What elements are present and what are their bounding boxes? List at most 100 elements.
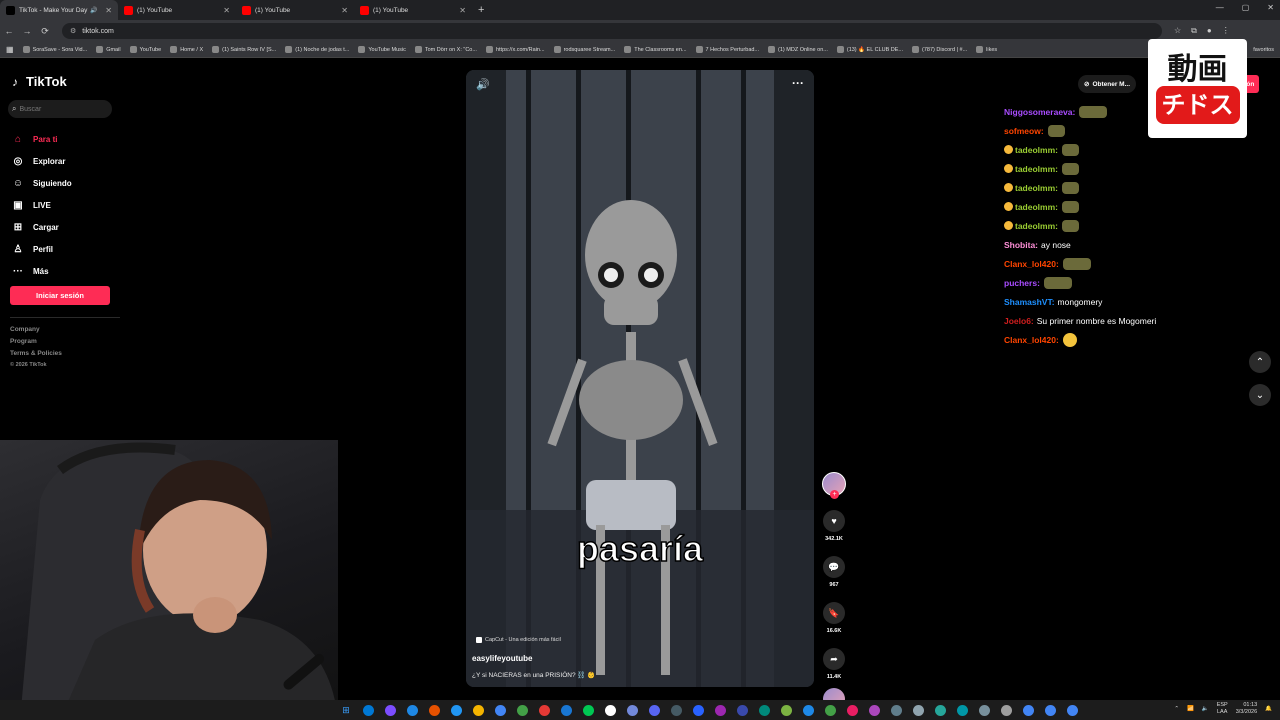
apps-grid-icon[interactable]: ▦ [6,45,14,54]
taskbar-app-icon[interactable] [646,702,662,718]
tab-close-icon[interactable]: ✕ [105,6,112,15]
clock[interactable]: 01:13 3/3/2026 [1236,702,1257,716]
tab-close-icon[interactable]: ✕ [223,6,230,15]
language-indicator[interactable]: ESP LAA [1217,702,1228,716]
capcut-tag[interactable]: CapCut - Una edición más fácil [476,637,561,643]
url-input[interactable]: ⚙ tiktok.com [62,23,1162,39]
sidebar-item-más[interactable]: ··· Más [12,260,72,282]
bookmark-item[interactable]: (13) 🔥 EL CLUB DE... [836,46,903,53]
start-menu-icon[interactable]: ⊞ [338,702,354,718]
tiktok-logo[interactable]: ♪ TikTok [12,74,67,89]
taskbar-app-icon[interactable] [712,702,728,718]
bookmark-item[interactable]: SoraSave - Sora Vid... [22,46,87,53]
taskbar-app-icon[interactable] [360,702,376,718]
share-button[interactable]: ➦ [823,648,845,670]
taskbar-app-icon[interactable] [800,702,816,718]
video-author[interactable]: easylifeyoutube [472,654,532,663]
bookmark-item[interactable]: (787) Discord | #... [912,46,967,53]
volume-icon[interactable]: 🔊 [476,78,490,91]
taskbar-app-icon[interactable] [448,702,464,718]
taskbar-app-icon[interactable] [690,702,706,718]
taskbar-app-icon[interactable] [756,702,772,718]
taskbar-app-icon[interactable] [602,702,618,718]
taskbar-app-icon[interactable] [668,702,684,718]
footer-link[interactable]: Company [10,326,62,333]
tab-close-icon[interactable]: ✕ [459,6,466,15]
author-avatar[interactable]: + [822,472,846,499]
follow-plus-icon[interactable]: + [830,490,839,499]
search-input[interactable]: ⌕ Buscar [8,100,112,118]
maximize-icon[interactable]: ▢ [1242,3,1250,12]
browser-tab[interactable]: (1) YouTube ✕ [354,0,472,20]
taskbar-app-icon[interactable] [1064,702,1080,718]
taskbar-app-icon[interactable] [558,702,574,718]
notifications-icon[interactable]: 🔔 [1265,706,1272,712]
taskbar-app-icon[interactable] [580,702,596,718]
get-app-button[interactable]: ⊘ Obtener M... [1078,75,1137,93]
sidebar-item-siguiendo[interactable]: ☺ Siguiendo [12,172,72,194]
bookmark-item[interactable]: likes [976,46,997,53]
bookmark-star-icon[interactable]: ☆ [1174,26,1181,36]
wifi-icon[interactable]: 📶 [1187,706,1194,712]
bookmark-item[interactable]: rodsquaree Stream... [553,46,615,53]
bookmark-item[interactable]: Gmail [96,46,121,53]
minimize-icon[interactable]: — [1216,3,1224,12]
bookmark-item[interactable]: YouTube Music [358,46,406,53]
browser-tab[interactable]: (1) YouTube ✕ [236,0,354,20]
taskbar-app-icon[interactable] [844,702,860,718]
comment-button[interactable]: 💬 [823,556,845,578]
site-info-icon[interactable]: ⚙ [70,27,76,35]
menu-icon[interactable]: ⋮ [1222,26,1230,36]
reload-icon[interactable]: ⟳ [36,26,54,37]
bookmark-item[interactable]: (1) Noche de jodas t... [285,46,349,53]
taskbar-app-icon[interactable] [1042,702,1058,718]
taskbar-app-icon[interactable] [954,702,970,718]
volume-tray-icon[interactable]: 🔈 [1202,706,1209,712]
taskbar-app-icon[interactable] [822,702,838,718]
taskbar-app-icon[interactable] [998,702,1014,718]
next-video-button[interactable]: ⌄ [1249,384,1271,406]
profile-icon[interactable]: ● [1207,26,1212,36]
taskbar-app-icon[interactable] [404,702,420,718]
taskbar-app-icon[interactable] [734,702,750,718]
previous-video-button[interactable]: ⌃ [1249,351,1271,373]
sidebar-item-live[interactable]: ▣ LIVE [12,194,72,216]
forward-icon[interactable]: → [18,26,36,36]
video-player[interactable]: 🔊 ··· pasaría CapCut - Una edición más f… [466,70,814,687]
taskbar-app-icon[interactable] [910,702,926,718]
taskbar-app-icon[interactable] [492,702,508,718]
browser-tab[interactable]: (1) YouTube ✕ [118,0,236,20]
footer-link[interactable]: Program [10,338,62,345]
sidebar-item-explorar[interactable]: ◎ Explorar [12,150,72,172]
sidebar-item-cargar[interactable]: ⊞ Cargar [12,216,72,238]
like-button[interactable]: ♥ [823,510,845,532]
bookmark-item[interactable]: YouTube [129,46,161,53]
taskbar-app-icon[interactable] [976,702,992,718]
browser-tab[interactable]: TikTok - Make Your Day 🔊 ✕ [0,0,118,20]
footer-link[interactable]: Terms & Policies [10,350,62,357]
save-button[interactable]: 🔖 [823,602,845,624]
login-button[interactable]: Iniciar sesión [10,286,110,305]
close-window-icon[interactable]: ✕ [1267,3,1274,12]
bookmark-item[interactable]: (1) Saints Row IV [S... [212,46,276,53]
taskbar-app-icon[interactable] [1020,702,1036,718]
other-bookmarks[interactable]: favoritos [1253,47,1274,53]
bookmark-item[interactable]: https://x.com/Rain... [485,46,545,53]
bookmark-item[interactable]: Home / X [170,46,203,53]
extensions-icon[interactable]: ⧉ [1191,26,1197,36]
tab-audio-icon[interactable]: 🔊 [90,7,97,14]
tab-close-icon[interactable]: ✕ [341,6,348,15]
bookmark-item[interactable]: (1) MDZ Online on... [768,46,828,53]
bookmark-item[interactable]: Tom Dörr on X: "Co... [414,46,477,53]
taskbar-app-icon[interactable] [426,702,442,718]
sidebar-item-perfil[interactable]: ♙ Perfil [12,238,72,260]
taskbar-app-icon[interactable] [470,702,486,718]
taskbar-app-icon[interactable] [624,702,640,718]
taskbar-app-icon[interactable] [866,702,882,718]
taskbar-app-icon[interactable] [514,702,530,718]
back-icon[interactable]: ← [0,26,18,36]
taskbar-app-icon[interactable] [778,702,794,718]
bookmark-item[interactable]: 7 Hechos Perturbad... [695,46,759,53]
bookmark-item[interactable]: The Classrooms en... [624,46,687,53]
taskbar-app-icon[interactable] [932,702,948,718]
